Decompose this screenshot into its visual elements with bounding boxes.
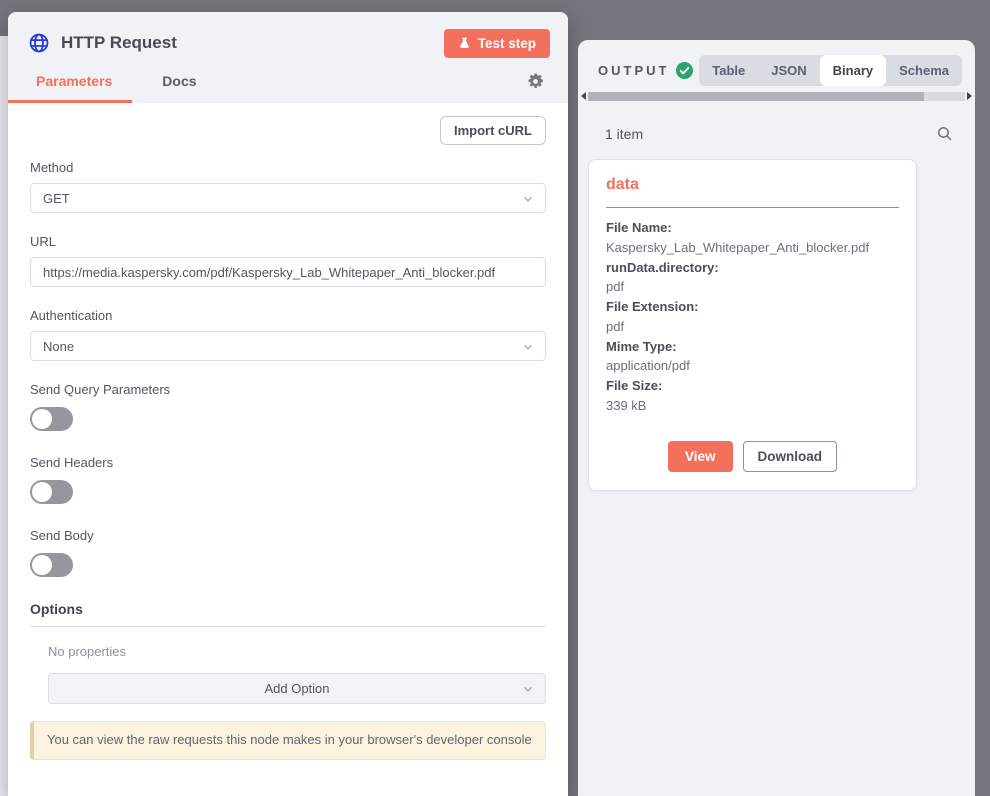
no-properties-text: No properties [48, 644, 546, 659]
send-headers-label: Send Headers [30, 455, 546, 470]
toggle-knob [32, 409, 52, 429]
url-input[interactable] [30, 257, 546, 287]
mime-type-value: application/pdf [606, 356, 899, 376]
items-count: 1 item [605, 126, 643, 142]
canvas-edge-strip [0, 36, 8, 796]
parameters-form: Import cURL Method GET URL Authenticatio… [8, 103, 568, 760]
method-label: Method [30, 160, 546, 175]
authentication-value: None [43, 339, 74, 354]
mime-type-label: Mime Type: [606, 337, 899, 357]
options-section-title: Options [30, 601, 546, 627]
send-body-toggle[interactable] [30, 553, 73, 577]
scrollbar-thumb[interactable] [588, 92, 924, 101]
binary-data-card: data File Name: Kaspersky_Lab_Whitepaper… [588, 159, 917, 491]
tab-parameters[interactable]: Parameters [36, 73, 112, 89]
rundata-directory-value: pdf [606, 277, 899, 297]
test-step-button[interactable]: Test step [444, 29, 550, 58]
toggle-knob [32, 482, 52, 502]
output-panel-title: OUTPUT [598, 63, 669, 78]
flask-icon [458, 36, 471, 50]
horizontal-scrollbar [578, 91, 975, 101]
binary-key-title: data [606, 176, 899, 194]
node-details-panel: HTTP Request Test step Parameters Docs I… [8, 12, 568, 796]
toggle-knob [32, 555, 52, 575]
active-tab-underline [8, 100, 132, 103]
tab-docs[interactable]: Docs [162, 73, 196, 89]
send-query-parameters-label: Send Query Parameters [30, 382, 546, 397]
method-select[interactable]: GET [30, 183, 546, 213]
output-panel: OUTPUT Table JSON Binary Schema 1 item d… [578, 40, 975, 796]
send-query-parameters-toggle[interactable] [30, 407, 73, 431]
output-tab-binary[interactable]: Binary [820, 55, 886, 86]
gear-icon[interactable] [527, 73, 544, 90]
authentication-label: Authentication [30, 308, 546, 323]
chevron-down-icon [521, 192, 535, 206]
scroll-left-arrow[interactable] [581, 92, 586, 100]
send-headers-toggle[interactable] [30, 480, 73, 504]
node-header: HTTP Request Test step Parameters Docs [8, 12, 568, 103]
scrollbar-track[interactable] [588, 92, 965, 101]
chevron-down-icon [521, 682, 535, 696]
scroll-right-arrow[interactable] [967, 92, 972, 100]
method-value: GET [43, 191, 70, 206]
download-button[interactable]: Download [743, 441, 838, 472]
globe-icon [28, 32, 50, 54]
node-title: HTTP Request [61, 33, 177, 53]
rundata-directory-label: runData.directory: [606, 258, 899, 278]
search-icon[interactable] [936, 125, 953, 142]
card-divider [606, 207, 899, 208]
authentication-select[interactable]: None [30, 331, 546, 361]
raw-requests-notice: You can view the raw requests this node … [30, 721, 546, 760]
success-check-icon [676, 62, 693, 79]
output-tab-group: Table JSON Binary Schema [699, 55, 962, 86]
output-tab-json[interactable]: JSON [758, 55, 819, 86]
output-tab-table[interactable]: Table [699, 55, 758, 86]
file-size-value: 339 kB [606, 396, 899, 416]
send-body-label: Send Body [30, 528, 546, 543]
file-name-value: Kaspersky_Lab_Whitepaper_Anti_blocker.pd… [606, 238, 899, 258]
view-button[interactable]: View [668, 441, 733, 472]
import-curl-button[interactable]: Import cURL [440, 116, 546, 145]
file-extension-label: File Extension: [606, 297, 899, 317]
chevron-down-icon [521, 340, 535, 354]
output-tab-schema[interactable]: Schema [886, 55, 962, 86]
url-label: URL [30, 234, 546, 249]
file-name-label: File Name: [606, 218, 899, 238]
file-size-label: File Size: [606, 376, 899, 396]
file-extension-value: pdf [606, 317, 899, 337]
add-option-button[interactable]: Add Option [48, 673, 546, 704]
add-option-label: Add Option [264, 681, 329, 696]
test-step-label: Test step [478, 36, 536, 51]
